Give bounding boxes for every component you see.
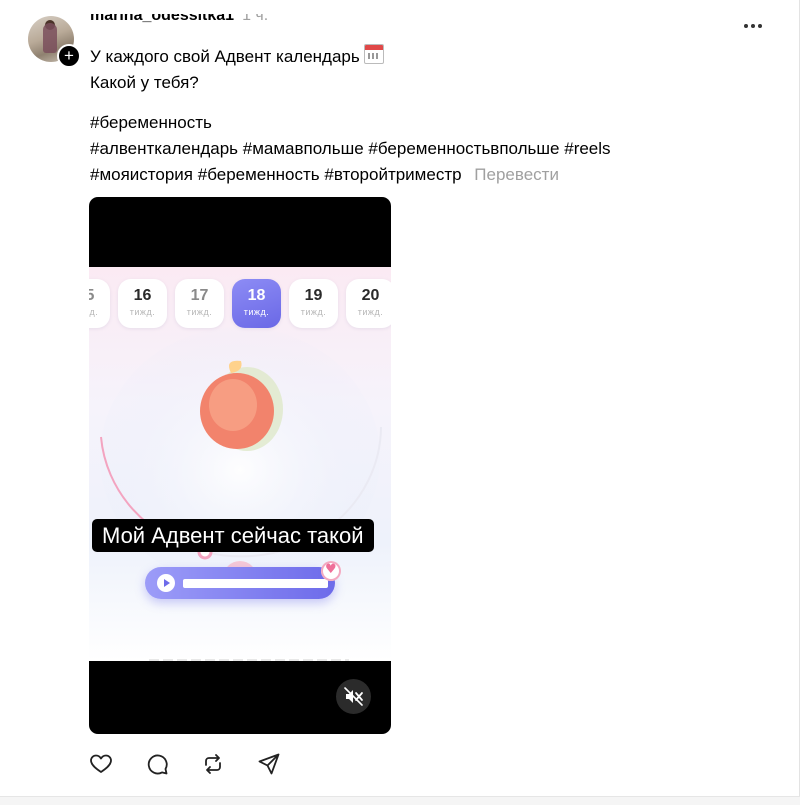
hashtag-link[interactable]: #моя­история (90, 165, 193, 184)
avocado-peach-illustration (200, 360, 283, 451)
audio-player-bar (145, 561, 341, 599)
feed-divider (0, 796, 800, 805)
more-icon (744, 24, 748, 28)
hashtag-link[interactable]: #беременность (90, 113, 212, 132)
hashtag-link[interactable]: #второйтриместр (324, 165, 461, 184)
comment-icon[interactable] (145, 752, 169, 776)
translate-link[interactable]: Перевести (474, 165, 559, 184)
hashtag-link[interactable]: #беременность (198, 165, 320, 184)
week-chip: 15тижд. (89, 279, 110, 328)
video-text-overlay: Мой Адвент сейчас такой (92, 519, 374, 552)
week-chip: 16 тижд. (118, 279, 167, 328)
caption-line-2: Какой у тебя? (90, 73, 199, 92)
heart-icon (321, 561, 341, 581)
hashtags: #беременность #алвенткалендарь #мамавпол… (90, 110, 611, 188)
hashtag-link[interactable]: #reels (564, 139, 610, 158)
week-chips: 15тижд. 16тижд. 17тижд. 18тижд. 19тижд. … (89, 279, 391, 328)
week-chip: 19 тижд. (289, 279, 338, 328)
mute-button[interactable] (336, 679, 371, 714)
timestamp[interactable]: 1 ч. (242, 14, 268, 25)
video-player[interactable]: 15тижд. 16тижд. 17тижд. 18тижд. 19тижд. … (89, 197, 391, 734)
week-chip: 20 тижд. (346, 279, 391, 328)
post-header: marina_odessitka1 1 ч. (90, 14, 268, 36)
post-caption: У каждого свой Адвент календарь Какой у … (90, 44, 384, 96)
week-chip-active: 18 тижд. (232, 279, 281, 328)
more-options-button[interactable] (744, 18, 766, 34)
follow-plus-button[interactable]: + (57, 44, 81, 68)
hashtag-link[interactable]: #мамавпольше (243, 139, 364, 158)
share-icon[interactable] (257, 752, 281, 776)
caption-line-1: У каждого свой Адвент календарь (90, 47, 360, 66)
username[interactable]: marina_odessitka1 (90, 14, 234, 25)
hashtag-link[interactable]: #алвенткалендарь (90, 139, 238, 158)
like-icon[interactable] (89, 752, 113, 776)
play-icon (157, 574, 175, 592)
mute-icon (344, 687, 363, 706)
hashtag-link[interactable]: #беременностьвпольше (368, 139, 559, 158)
week-chip: 17 тижд. (175, 279, 224, 328)
calendar-icon (363, 44, 384, 64)
video-frame: 15тижд. 16тижд. 17тижд. 18тижд. 19тижд. … (89, 267, 391, 661)
post-actions (89, 752, 281, 776)
repost-icon[interactable] (201, 752, 225, 776)
